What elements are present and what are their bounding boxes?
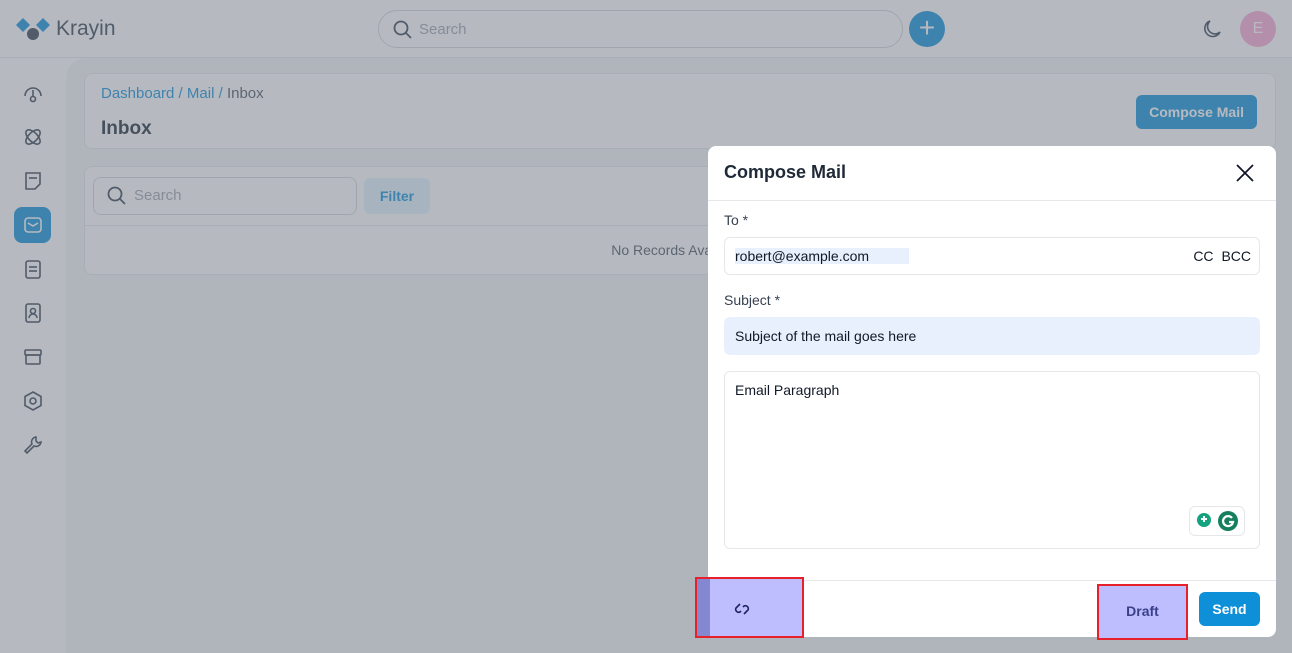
modal-title: Compose Mail	[708, 146, 1276, 201]
to-label: To *	[724, 212, 749, 228]
draft-button[interactable]: Draft	[1097, 584, 1188, 640]
body-textarea[interactable]: Email Paragraph	[724, 371, 1260, 549]
grammarly-widget[interactable]	[1189, 506, 1245, 536]
compose-mail-modal: Compose Mail To * robert@example.com CC B…	[708, 146, 1276, 637]
grammarly-icon	[1218, 511, 1238, 531]
subject-field[interactable]: Subject of the mail goes here	[724, 317, 1260, 355]
paperclip-icon	[734, 603, 750, 615]
send-button[interactable]: Send	[1199, 592, 1260, 626]
cc-button[interactable]: CC	[1193, 248, 1213, 264]
bcc-button[interactable]: BCC	[1221, 248, 1251, 264]
body-text: Email Paragraph	[735, 382, 840, 398]
lightbulb-icon	[1197, 513, 1211, 527]
to-recipient: robert@example.com	[735, 248, 910, 264]
close-icon[interactable]	[1234, 162, 1256, 184]
attach-file-button[interactable]	[695, 577, 804, 638]
subject-label: Subject *	[724, 292, 781, 308]
to-field[interactable]: robert@example.com CC BCC	[724, 237, 1260, 275]
